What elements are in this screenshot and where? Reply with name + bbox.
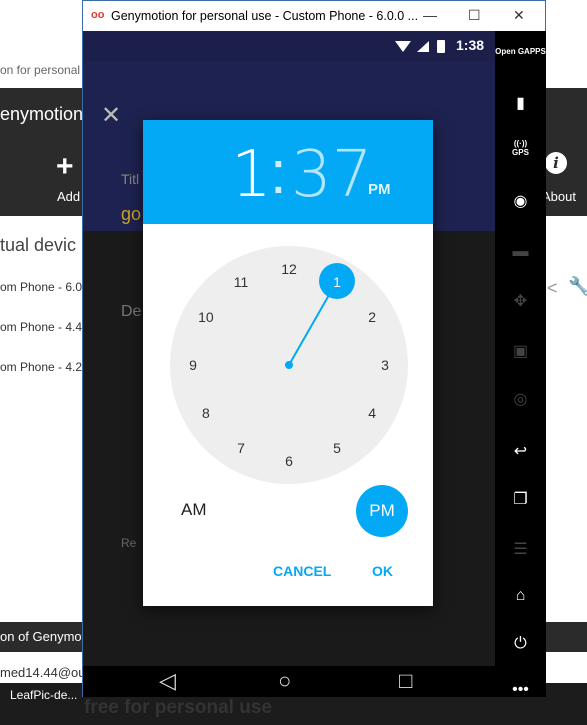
ok-button[interactable]: OK	[372, 563, 393, 579]
device-row[interactable]: om Phone - 4.2	[0, 360, 82, 374]
disk-icon: ◎	[513, 391, 528, 408]
android-nav-bar: ◁ ○ □	[83, 666, 495, 697]
nav-home-icon[interactable]: ○	[278, 668, 291, 694]
wrench-icon[interactable]: 🔧	[568, 276, 587, 297]
time-header: 1 : 37 PM	[143, 120, 433, 224]
clock-hour-12[interactable]: 12	[274, 259, 304, 279]
cancel-button[interactable]: CANCEL	[273, 563, 331, 579]
title-label: Titl	[121, 171, 140, 187]
clock-hour-5[interactable]: 5	[322, 438, 352, 458]
genymotion-logo-icon: oo	[91, 9, 105, 21]
clock-hour-3[interactable]: 3	[370, 355, 400, 375]
clock-hour-11[interactable]: 11	[226, 272, 256, 292]
more-icon[interactable]: •••	[495, 681, 546, 699]
status-icons	[395, 40, 445, 53]
clock-hour-7[interactable]: 7	[226, 438, 256, 458]
pm-option[interactable]: PM	[356, 485, 408, 537]
add-icon[interactable]: +	[56, 150, 74, 184]
nav-recents-icon[interactable]: □	[399, 668, 412, 694]
close-window-button[interactable]: ✕	[513, 7, 525, 24]
gps-label: GPS	[512, 148, 529, 157]
ampm-display[interactable]: PM	[368, 181, 391, 198]
device-row[interactable]: om Phone - 6.0	[0, 280, 82, 294]
virtual-devices-header: tual devic	[0, 235, 77, 255]
title-value[interactable]: go	[121, 204, 141, 225]
am-option[interactable]: AM	[181, 500, 207, 520]
window-title: Genymotion for personal use - Custom Pho…	[111, 9, 419, 23]
clock-hour-6[interactable]: 6	[274, 451, 304, 471]
hour-display[interactable]: 1	[231, 138, 272, 212]
dpad-icon: ✥	[513, 293, 528, 310]
clock-hour-10[interactable]: 10	[191, 307, 221, 327]
power-icon[interactable]: ⏻	[495, 635, 546, 653]
time-separator: :	[270, 139, 287, 206]
watermark-text: free for personal use	[84, 697, 272, 718]
gps-button[interactable]: ((·)) GPS	[495, 139, 546, 157]
minute-display[interactable]: 37	[291, 138, 372, 212]
about-icon[interactable]: i	[545, 152, 567, 174]
taskbar-item[interactable]: LeafPic-de...	[10, 688, 77, 702]
clock-hour-2[interactable]: 2	[357, 307, 387, 327]
emulator-sidebar: Open GAPPS ▮ ((·)) GPS ◉ ▬ ✥ ▣ ◎ ↩ ❐ ☰ ⌂ …	[495, 31, 546, 699]
clock-face[interactable]: 12 1 2 3 4 5 6 7 8 9 10 11	[170, 246, 408, 484]
recent-apps-icon[interactable]: ❐	[495, 489, 546, 509]
status-bar: 1:38	[83, 31, 495, 61]
battery-icon[interactable]: ▮	[495, 93, 546, 113]
status-time: 1:38	[456, 37, 485, 53]
clock-hour-9[interactable]: 9	[178, 355, 208, 375]
clock-hour-4[interactable]: 4	[357, 403, 387, 423]
about-button-label[interactable]: About	[542, 189, 576, 204]
clock-hour-1[interactable]: 1	[322, 272, 352, 292]
menu-icon: ☰	[513, 541, 528, 558]
close-icon[interactable]: ✕	[101, 101, 121, 130]
open-gapps-button[interactable]: Open GAPPS	[495, 47, 546, 56]
share-icon[interactable]: <	[547, 278, 558, 299]
launcher-app-name: enymotion	[0, 104, 84, 124]
back-icon[interactable]: ↩	[495, 441, 546, 461]
time-picker-dialog: 1 : 37 PM 12 1 2 3 4 5 6 7 8 9 10 11 AM PM CANCEL O…	[143, 120, 433, 606]
add-button-label[interactable]: Add	[57, 189, 80, 204]
id-icon: ▣	[512, 343, 529, 360]
nav-back-icon[interactable]: ◁	[159, 668, 176, 694]
device-row[interactable]: om Phone - 4.4	[0, 320, 82, 334]
capture-icon: ▬	[512, 243, 529, 260]
maximize-button[interactable]: ☐	[468, 7, 481, 24]
webcam-icon[interactable]: ◉	[495, 191, 546, 211]
home-icon[interactable]: ⌂	[495, 587, 546, 605]
reminder-label: Re	[121, 536, 137, 550]
emulator-titlebar: oo Genymotion for personal use - Custom …	[83, 1, 545, 31]
minimize-button[interactable]: —	[423, 7, 437, 23]
clock-hour-8[interactable]: 8	[191, 403, 221, 423]
description-label: De	[121, 303, 142, 320]
